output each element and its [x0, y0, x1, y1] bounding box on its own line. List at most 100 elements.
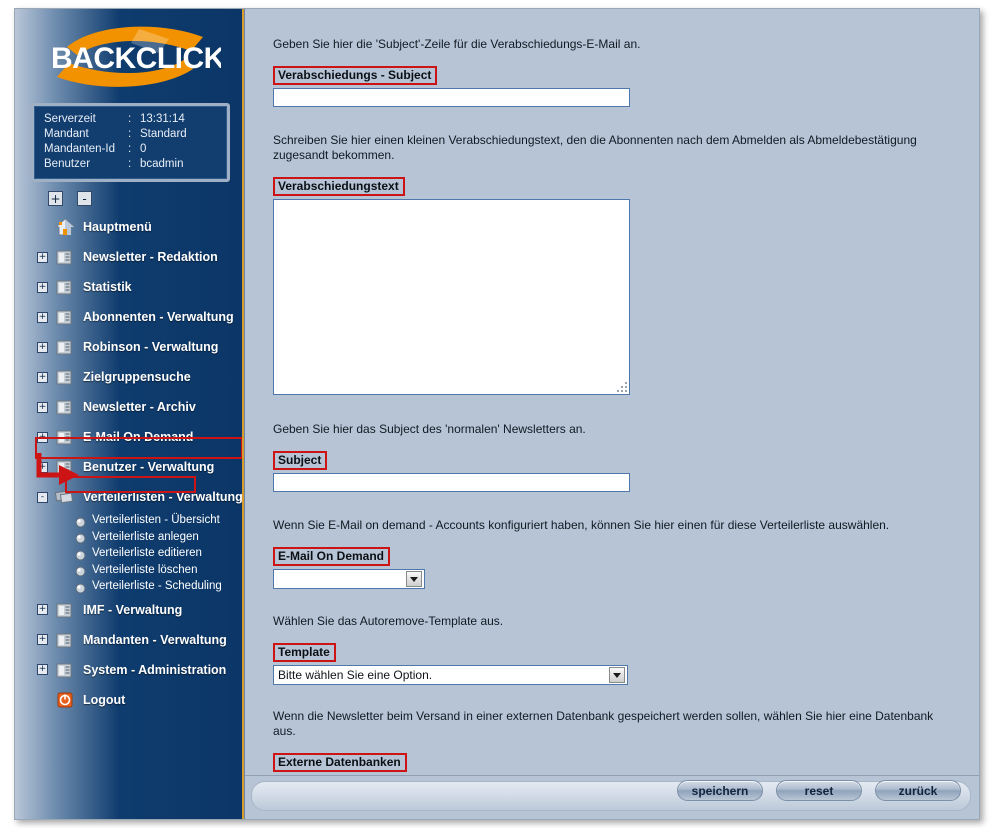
subject-input[interactable]	[273, 473, 630, 492]
tree-controls: + -	[48, 191, 242, 206]
folder-icon	[55, 661, 75, 679]
server-info-row: Serverzeit : 13:31:14	[44, 112, 219, 127]
field-label: Verabschiedungstext	[273, 177, 405, 196]
sidebar-item-label: Zielgruppensuche	[83, 370, 191, 384]
backclick-logo-icon: BACKCLICK	[51, 26, 221, 87]
server-info-key: Mandanten-Id	[44, 143, 115, 155]
tree-toggle-icon[interactable]: +	[37, 371, 48, 383]
folder-icon	[55, 278, 75, 296]
field-email-on-demand: Wenn Sie E-Mail on demand - Accounts kon…	[273, 518, 957, 589]
tree-toggle-icon[interactable]: +	[37, 341, 48, 353]
server-info-row: Mandanten-Id : 0	[44, 142, 219, 157]
save-button[interactable]: speichern	[677, 780, 763, 801]
sidebar-item-hauptmenu[interactable]: Hauptmenü	[15, 212, 242, 242]
field-external-db: Wenn die Newsletter beim Versand in eine…	[273, 709, 957, 775]
bullet-icon	[75, 564, 86, 577]
sidebar-item-system-administration[interactable]: + System - Administration	[15, 655, 242, 685]
folder-icon	[55, 631, 75, 649]
sidebar-item-imf-verwaltung[interactable]: + IMF - Verwaltung	[15, 595, 242, 625]
tree-toggle-icon	[37, 222, 48, 233]
sidebar-item-statistik[interactable]: + Statistik	[15, 272, 242, 302]
sidebar-item-label: Mandanten - Verwaltung	[83, 632, 227, 647]
farewell-subject-input[interactable]	[273, 88, 630, 107]
server-info-key: Serverzeit	[44, 113, 96, 125]
sidebar-item-label: Robinson - Verwaltung	[83, 340, 219, 354]
collapse-all-button[interactable]: -	[77, 191, 92, 206]
sidebar-item-label: Logout	[83, 692, 126, 707]
tree-toggle-icon[interactable]: +	[37, 311, 48, 323]
server-info-value: bcadmin	[140, 158, 184, 170]
reset-button[interactable]: reset	[776, 780, 862, 801]
sidebar-subitem-label: Verteilerlisten - Übersicht	[92, 514, 220, 527]
footer-actions: speichern reset zurück	[677, 780, 961, 801]
sidebar-subitem-label: Verteilerliste - Scheduling	[92, 580, 222, 593]
chevron-down-icon[interactable]	[406, 571, 422, 587]
field-subject: Geben Sie hier das Subject des 'normalen…	[273, 422, 957, 492]
field-description: Geben Sie hier die 'Subject'-Zeile für d…	[273, 37, 641, 51]
sidebar-item-abonnenten-verwaltung[interactable]: + Abonnenten - Verwaltung	[15, 302, 242, 332]
sidebar-item-zielgruppensuche[interactable]: + Zielgruppensuche	[15, 362, 242, 392]
sidebar-item-label: Abonnenten - Verwaltung	[83, 310, 234, 324]
field-label-wrap: Template	[273, 643, 336, 662]
bullet-icon	[75, 531, 86, 544]
main-panel: Geben Sie hier die 'Subject'-Zeile für d…	[244, 9, 979, 819]
field-label-wrap: Subject	[273, 451, 328, 470]
sidebar-item-label: E-Mail On Demand	[83, 430, 194, 444]
tree-toggle-icon[interactable]: +	[37, 664, 48, 675]
tree-toggle-icon[interactable]: -	[37, 491, 48, 503]
annotation-arrow-icon	[36, 453, 79, 485]
folder-icon	[55, 308, 75, 326]
sidebar-subitem-verteilerliste-scheduling[interactable]: Verteilerliste - Scheduling	[15, 578, 242, 595]
tree-toggle-icon[interactable]: +	[37, 281, 48, 293]
server-info-row: Benutzer : bcadmin	[44, 157, 219, 172]
sidebar-item-label: Statistik	[83, 280, 132, 294]
server-info-colon: :	[128, 158, 132, 170]
home-icon	[54, 218, 76, 236]
bullet-icon	[75, 581, 86, 594]
sidebar-item-label: Newsletter - Archiv	[83, 400, 196, 414]
server-info-value: 13:31:14	[140, 113, 185, 125]
farewell-text-textarea[interactable]	[273, 199, 630, 395]
application-window: BACKCLICK Serverzeit : 13:31:14 Mandant …	[14, 8, 980, 820]
sidebar-subitem-verteilerliste-loeschen[interactable]: Verteilerliste löschen	[15, 562, 242, 579]
sidebar-item-label: System - Administration	[83, 662, 227, 677]
expand-all-button[interactable]: +	[48, 191, 63, 206]
brand-logo[interactable]: BACKCLICK	[15, 21, 242, 99]
sidebar-subitem-label: Verteilerliste löschen	[92, 563, 198, 576]
chevron-down-icon[interactable]	[609, 667, 625, 683]
field-template: Wählen Sie das Autoremove-Template aus. …	[273, 614, 957, 685]
tree-toggle-icon[interactable]: +	[37, 251, 48, 263]
field-description: Schreiben Sie hier einen kleinen Verabsc…	[273, 133, 917, 162]
sidebar-subitem-label: Verteilerliste anlegen	[92, 530, 199, 543]
tree-toggle-icon[interactable]: +	[37, 431, 48, 443]
field-label-wrap: Verabschiedungs - Subject	[273, 66, 438, 85]
sidebar-item-robinson-verwaltung[interactable]: + Robinson - Verwaltung	[15, 332, 242, 362]
sidebar-subitem-verteilerliste-editieren[interactable]: Verteilerliste editieren	[15, 545, 242, 562]
email-on-demand-select[interactable]	[273, 569, 425, 589]
server-info-box: Serverzeit : 13:31:14 Mandant : Standard…	[31, 103, 230, 182]
sidebar-item-newsletter-redaktion[interactable]: + Newsletter - Redaktion	[15, 242, 242, 272]
field-label-wrap: Verabschiedungstext	[273, 177, 405, 196]
folder-icon	[55, 601, 75, 619]
sidebar-subitem-verteilerlisten-uebersicht[interactable]: Verteilerlisten - Übersicht	[15, 512, 242, 529]
server-info-colon: :	[128, 113, 132, 125]
template-select[interactable]: Bitte wählen Sie eine Option.	[273, 665, 628, 685]
sidebar-item-email-on-demand[interactable]: + E-Mail On Demand	[15, 422, 242, 452]
tree-toggle-icon[interactable]: +	[37, 634, 48, 645]
back-button[interactable]: zurück	[875, 780, 961, 801]
field-farewell-subject: Geben Sie hier die 'Subject'-Zeile für d…	[273, 37, 957, 107]
bullet-icon	[75, 515, 86, 528]
field-label-wrap: E-Mail On Demand	[273, 547, 391, 566]
server-info-key: Mandant	[44, 128, 89, 140]
field-description: Wenn die Newsletter beim Versand in eine…	[273, 709, 934, 738]
sidebar-item-mandanten-verwaltung[interactable]: + Mandanten - Verwaltung	[15, 625, 242, 655]
field-label: Verabschiedungs - Subject	[273, 66, 438, 85]
sidebar-item-logout[interactable]: Logout	[15, 685, 242, 715]
sidebar-item-newsletter-archiv[interactable]: + Newsletter - Archiv	[15, 392, 242, 422]
tree-toggle-icon	[37, 694, 48, 705]
sidebar: BACKCLICK Serverzeit : 13:31:14 Mandant …	[15, 9, 244, 819]
tree-toggle-icon[interactable]: +	[37, 401, 48, 413]
server-info-key: Benutzer	[44, 158, 91, 170]
sidebar-subitem-verteilerliste-anlegen[interactable]: Verteilerliste anlegen	[15, 529, 242, 546]
tree-toggle-icon[interactable]: +	[37, 604, 48, 615]
